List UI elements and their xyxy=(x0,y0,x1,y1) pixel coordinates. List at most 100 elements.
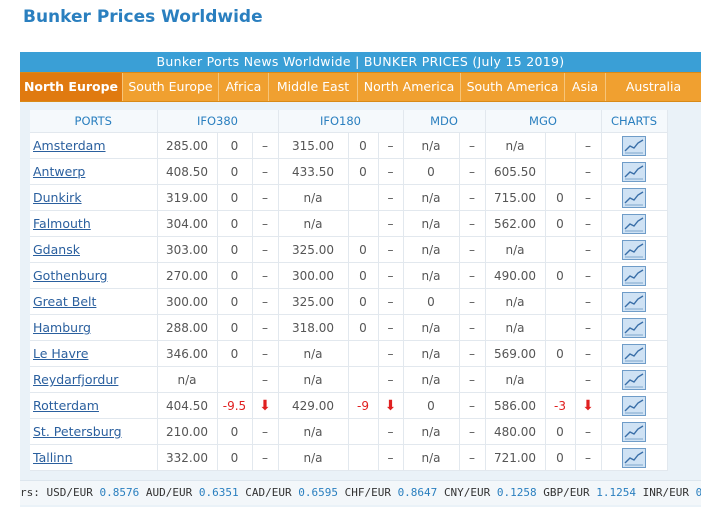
ifo180-change: -9 xyxy=(348,392,379,419)
line-chart-icon[interactable] xyxy=(622,187,646,208)
port-link[interactable]: St. Petersburg xyxy=(30,424,122,439)
mgo-price: n/a xyxy=(485,314,546,341)
unchanged-indicator: – xyxy=(378,340,404,367)
ifo380-price: n/a xyxy=(157,366,218,393)
port-link[interactable]: Rotterdam xyxy=(30,398,99,413)
ticker-label: CAD/EUR xyxy=(245,486,292,499)
unchanged-indicator: – xyxy=(252,262,279,289)
line-chart-icon[interactable] xyxy=(622,161,646,182)
unchanged-indicator: – xyxy=(252,288,279,315)
widget-title: Bunker Ports News Worldwide | BUNKER PRI… xyxy=(20,52,701,72)
mgo-change xyxy=(545,288,576,315)
tab-asia[interactable]: Asia xyxy=(565,73,606,101)
chart-cell xyxy=(601,158,668,185)
line-chart-icon[interactable] xyxy=(622,421,646,442)
mdo-price: n/a xyxy=(403,132,460,159)
tab-south-america[interactable]: South America xyxy=(461,73,565,101)
port-link[interactable]: Falmouth xyxy=(30,216,91,231)
tab-north-europe[interactable]: North Europe xyxy=(20,73,123,101)
port-link[interactable]: Great Belt xyxy=(30,294,96,309)
unchanged-indicator: – xyxy=(378,158,404,185)
chart-cell xyxy=(601,392,668,419)
ticker-label: CHF/EUR xyxy=(344,486,391,499)
port-cell: Dunkirk xyxy=(30,184,158,211)
port-cell: Tallinn xyxy=(30,444,158,471)
ifo380-change: 0 xyxy=(217,314,253,341)
unchanged-indicator: – xyxy=(378,366,404,393)
unchanged-indicator: – xyxy=(575,262,602,289)
mgo-price: 715.00 xyxy=(485,184,546,211)
port-link[interactable]: Reydarfjordur xyxy=(30,372,118,387)
port-link[interactable]: Le Havre xyxy=(30,346,88,361)
ifo180-price: n/a xyxy=(278,184,349,211)
mgo-price: n/a xyxy=(485,132,546,159)
unchanged-indicator: – xyxy=(252,314,279,341)
line-chart-icon[interactable] xyxy=(622,265,646,286)
line-chart-icon[interactable] xyxy=(622,369,646,390)
unchanged-indicator: – xyxy=(252,418,279,445)
mgo-change xyxy=(545,314,576,341)
line-chart-icon[interactable] xyxy=(622,239,646,260)
mdo-price: n/a xyxy=(403,210,460,237)
ifo380-price: 404.50 xyxy=(157,392,218,419)
tab-australia[interactable]: Australia xyxy=(606,73,701,101)
ticker-value: 0.8576 xyxy=(99,486,140,499)
port-cell: Antwerp xyxy=(30,158,158,185)
mgo-price: 605.50 xyxy=(485,158,546,185)
ifo180-change: 0 xyxy=(348,236,379,263)
line-chart-icon[interactable] xyxy=(622,291,646,312)
ifo180-change: 0 xyxy=(348,158,379,185)
line-chart-icon[interactable] xyxy=(622,343,646,364)
mgo-price: 721.00 xyxy=(485,444,546,471)
line-chart-icon[interactable] xyxy=(622,447,646,468)
table-row: St. Petersburg 210.00 0– n/a – n/a –480.00 0– xyxy=(30,418,668,445)
mdo-price: n/a xyxy=(403,418,460,445)
unchanged-indicator: – xyxy=(378,210,404,237)
region-tabs: North Europe South Europe Africa Middle Eas… xyxy=(20,72,701,102)
port-link[interactable]: Gdansk xyxy=(30,242,80,257)
unchanged-indicator: – xyxy=(378,184,404,211)
port-link[interactable]: Dunkirk xyxy=(30,190,82,205)
port-link[interactable]: Tallinn xyxy=(30,450,73,465)
port-link[interactable]: Amsterdam xyxy=(30,138,106,153)
port-cell: Gdansk xyxy=(30,236,158,263)
unchanged-indicator: – xyxy=(575,184,602,211)
unchanged-indicator: – xyxy=(252,340,279,367)
port-link[interactable]: Hamburg xyxy=(30,320,91,335)
port-cell: Gothenburg xyxy=(30,262,158,289)
table-row: Hamburg 288.00 0–318.00 0– n/a – n/a – xyxy=(30,314,668,341)
ifo380-change: 0 xyxy=(217,184,253,211)
ifo380-change: 0 xyxy=(217,288,253,315)
tab-middle-east[interactable]: Middle East xyxy=(269,73,358,101)
ticker-value: 1.1254 xyxy=(596,486,637,499)
port-link[interactable]: Antwerp xyxy=(30,164,85,179)
mdo-price: n/a xyxy=(403,262,460,289)
mgo-price: 480.00 xyxy=(485,418,546,445)
line-chart-icon[interactable] xyxy=(622,135,646,156)
unchanged-indicator: – xyxy=(459,340,486,367)
unchanged-indicator: – xyxy=(252,184,279,211)
tab-north-america[interactable]: North America xyxy=(358,73,461,101)
mgo-change xyxy=(545,158,576,185)
unchanged-indicator: – xyxy=(378,288,404,315)
line-chart-icon[interactable] xyxy=(622,395,646,416)
mgo-price: 562.00 xyxy=(485,210,546,237)
line-chart-icon[interactable] xyxy=(622,213,646,234)
unchanged-indicator: – xyxy=(459,262,486,289)
down-arrow-icon: ⬇ xyxy=(252,392,279,419)
ifo180-price: 433.50 xyxy=(278,158,349,185)
ifo180-price: n/a xyxy=(278,340,349,367)
line-chart-icon[interactable] xyxy=(622,317,646,338)
header-mdo: MDO xyxy=(403,110,486,133)
tab-africa[interactable]: Africa xyxy=(219,73,269,101)
tab-south-europe[interactable]: South Europe xyxy=(123,73,219,101)
unchanged-indicator: – xyxy=(252,366,279,393)
unchanged-indicator: – xyxy=(459,158,486,185)
port-cell: Le Havre xyxy=(30,340,158,367)
ifo180-price: 325.00 xyxy=(278,236,349,263)
port-link[interactable]: Gothenburg xyxy=(30,268,107,283)
port-cell: Falmouth xyxy=(30,210,158,237)
chart-cell xyxy=(601,340,668,367)
ifo380-price: 288.00 xyxy=(157,314,218,341)
table-header: PORTS IFO380 IFO180 MDO MGO CHARTS xyxy=(30,110,668,133)
